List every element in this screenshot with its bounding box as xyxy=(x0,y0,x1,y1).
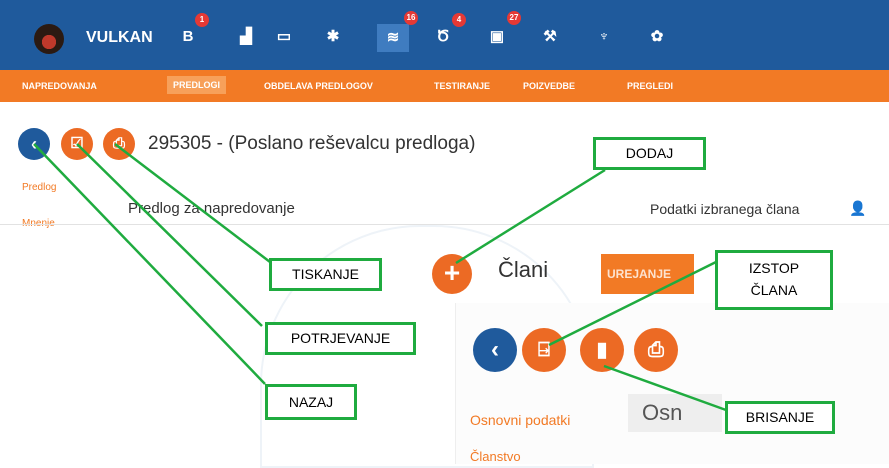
line-brisanje xyxy=(603,364,727,412)
callout-nazaj: NAZAJ xyxy=(265,384,357,420)
callout-potrjevanje: POTRJEVANJE xyxy=(265,322,416,355)
callout-lines xyxy=(33,143,727,412)
callout-izstop-clana: IZSTOP ČLANA xyxy=(715,250,833,310)
line-dodaj xyxy=(455,168,606,265)
line-izstop xyxy=(548,260,717,347)
callout-dodaj: DODAJ xyxy=(593,137,706,170)
callout-tiskanje: TISKANJE xyxy=(269,258,382,291)
callout-brisanje: BRISANJE xyxy=(725,401,835,434)
line-nazaj xyxy=(33,143,266,385)
